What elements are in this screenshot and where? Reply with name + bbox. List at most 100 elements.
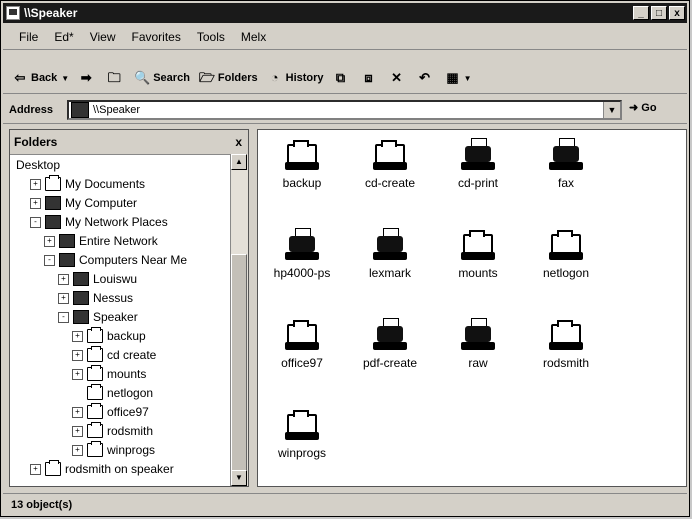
shared-printer-icon [549, 136, 583, 170]
tree-item-my-computer[interactable]: + My Computer [30, 194, 137, 212]
computer-icon [59, 253, 75, 267]
tree-expander-icon[interactable]: + [72, 349, 83, 361]
share-item-mounts[interactable]: mounts [438, 226, 518, 280]
tree-expander-icon[interactable]: - [44, 254, 55, 266]
shared-folder-icon [373, 136, 407, 170]
tree-item-rodsmith-on-speaker[interactable]: + rodsmith on speaker [30, 460, 174, 478]
search-button[interactable]: 🔍 Search [133, 70, 190, 86]
tree-expander-icon[interactable]: + [30, 463, 41, 475]
share-item-cd-create[interactable]: cd-create [350, 136, 430, 190]
tree-item-nessus[interactable]: + Nessus [58, 289, 133, 307]
address-dropdown-icon[interactable]: ▼ [603, 102, 620, 118]
scroll-thumb[interactable] [231, 254, 247, 474]
shared-printer-icon [285, 226, 319, 260]
folders-button[interactable]: 🗁 Folders [198, 70, 258, 86]
shared-folder-icon [549, 226, 583, 260]
tree-item-backup[interactable]: + backup [72, 327, 146, 345]
tree-expander-icon[interactable]: + [44, 235, 55, 247]
move-to-icon: ⧉ [335, 70, 346, 85]
tree-item-office97[interactable]: + office97 [72, 403, 149, 421]
shared-folder-icon [285, 136, 319, 170]
tree-expander-icon[interactable]: + [72, 406, 83, 418]
tree-item-label: Nessus [93, 291, 134, 305]
shared-printer-icon [461, 136, 495, 170]
scroll-up-button[interactable]: ▲ [231, 154, 247, 170]
tree-item-label: office97 [107, 405, 149, 419]
tree-expander-icon[interactable]: + [72, 425, 83, 437]
folder-icon [87, 422, 103, 438]
forward-button[interactable]: ➡ [77, 70, 97, 86]
delete-button[interactable]: ✕ [388, 70, 408, 86]
tree-expander-icon[interactable]: + [72, 368, 83, 380]
tree-item-winprogs[interactable]: + winprogs [72, 441, 155, 459]
close-button[interactable]: x [669, 6, 685, 20]
move-to-button[interactable]: ⧉ [332, 70, 352, 86]
tree-item-cd-create[interactable]: + cd create [72, 346, 156, 364]
go-arrow-icon: ➜ [629, 102, 639, 114]
share-item-backup[interactable]: backup [262, 136, 342, 190]
tree-expander-icon[interactable]: + [58, 292, 69, 304]
menu-view[interactable]: View [90, 30, 116, 44]
computer-icon [73, 291, 89, 305]
tree-item-mounts[interactable]: + mounts [72, 365, 146, 383]
tree-item-label: My Network Places [65, 215, 168, 229]
back-dropdown-icon[interactable]: ▼ [61, 74, 69, 83]
tree-expander-icon[interactable]: - [30, 216, 41, 228]
window-icon[interactable] [6, 6, 20, 20]
tree-expander-icon[interactable]: + [30, 197, 41, 209]
tree-expander-icon[interactable]: + [72, 330, 83, 342]
tree-item-label: netlogon [107, 386, 154, 400]
menu-tools[interactable]: Tools [197, 30, 225, 44]
tree-item-speaker[interactable]: - Speaker [58, 308, 138, 326]
tree-item-my-documents[interactable]: + My Documents [30, 175, 145, 193]
menu-edit[interactable]: Ed* [54, 30, 73, 44]
share-item-netlogon[interactable]: netlogon [526, 226, 606, 280]
title-bar[interactable]: \\Speaker _ □ x [3, 3, 687, 23]
folders-icon: 🗁 [198, 70, 215, 85]
tree-item-computers-near-me[interactable]: - Computers Near Me [44, 251, 187, 269]
tree-item-label: My Documents [65, 177, 146, 191]
folder-icon [87, 384, 103, 400]
tree-item-my-network-places[interactable]: - My Network Places [30, 213, 168, 231]
printer-item-lexmark[interactable]: lexmark [350, 226, 430, 280]
computer-icon [73, 272, 89, 286]
copy-to-button[interactable]: ⧈ [360, 70, 380, 86]
tree-expander-icon[interactable]: + [72, 444, 83, 456]
forward-arrow-icon: ➡ [80, 70, 92, 85]
shared-folder-icon [285, 406, 319, 440]
share-item-winprogs[interactable]: winprogs [262, 406, 342, 460]
printer-item-pdf-create[interactable]: pdf-create [350, 316, 430, 370]
scroll-down-button[interactable]: ▼ [231, 470, 247, 486]
folders-pane-close-button[interactable]: x [235, 135, 242, 149]
up-button[interactable]: 🗀 [105, 70, 125, 86]
share-item-office97[interactable]: office97 [262, 316, 342, 370]
minimize-button[interactable]: _ [633, 6, 649, 20]
folders-pane: Folders x Desktop + My Documents + My Comput… [9, 129, 249, 487]
printer-item-fax[interactable]: fax [526, 136, 606, 190]
views-button[interactable]: ▦ ▼ [444, 70, 471, 86]
tree-item-netlogon[interactable]: netlogon [72, 384, 153, 402]
tree-expander-icon[interactable]: - [58, 311, 69, 323]
computer-icon [45, 196, 61, 210]
menu-file[interactable]: File [19, 30, 38, 44]
back-button[interactable]: ⇦ Back ▼ [11, 70, 70, 86]
tree-item-louiswu[interactable]: + Louiswu [58, 270, 137, 288]
maximize-button[interactable]: □ [651, 6, 667, 20]
menu-favorites[interactable]: Favorites [132, 30, 181, 44]
printer-item-hp4000-ps[interactable]: hp4000-ps [262, 226, 342, 280]
tree-scrollbar[interactable]: ▲ ▼ [230, 154, 248, 486]
menu-help[interactable]: Melx [241, 30, 266, 44]
tree-expander-icon[interactable]: + [30, 178, 41, 190]
shared-printer-icon [373, 316, 407, 350]
printer-item-cd-print[interactable]: cd-print [438, 136, 518, 190]
share-item-rodsmith[interactable]: rodsmith [526, 316, 606, 370]
tree-expander-icon[interactable]: + [58, 273, 69, 285]
address-input[interactable]: \\Speaker ▼ [67, 100, 622, 120]
tree-item-rodsmith[interactable]: + rodsmith [72, 422, 153, 440]
tree-item-desktop[interactable]: Desktop [16, 156, 60, 174]
undo-button[interactable]: ↶ [416, 70, 436, 86]
go-button[interactable]: ➜ Go [629, 101, 657, 114]
tree-item-entire-network[interactable]: + Entire Network [44, 232, 158, 250]
history-button[interactable]: ◔ History [266, 70, 324, 86]
printer-item-raw[interactable]: raw [438, 316, 518, 370]
